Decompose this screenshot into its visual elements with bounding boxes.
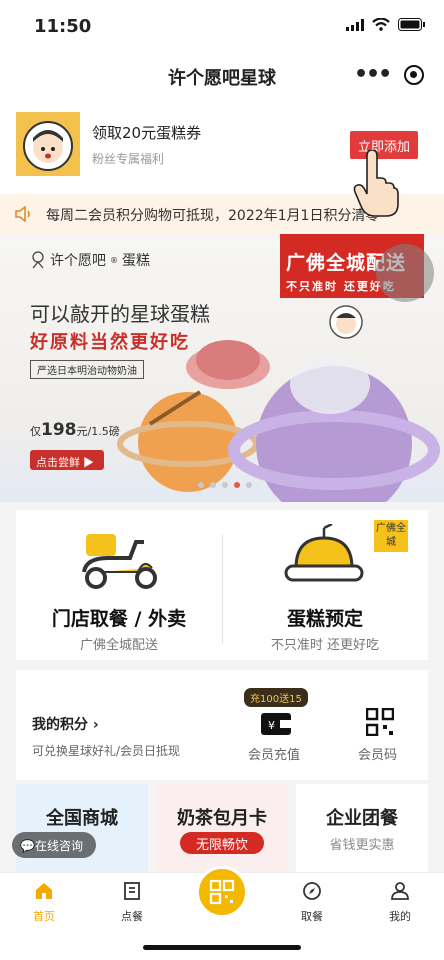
brand-logo-icon — [32, 251, 44, 269]
service-card: 门店取餐 / 外卖 广佛全城配送 广佛全城 蛋糕预定 不只准时 还更好吃 — [16, 510, 428, 660]
my-points-link[interactable]: 我的积分 › — [32, 714, 99, 734]
home-indicator — [143, 945, 301, 950]
more-icon[interactable]: ••• — [354, 62, 392, 87]
unlimited-badge: 无限畅饮 — [180, 832, 264, 854]
service-pickup[interactable]: 门店取餐 / 外卖 广佛全城配送 — [16, 510, 222, 660]
tab-home-label: 首页 — [33, 910, 55, 923]
price-value: 198 — [41, 420, 77, 440]
status-bar: 11:50 — [0, 0, 444, 52]
coupon-title: 领取20元蛋糕券 — [92, 124, 202, 142]
carousel-dot[interactable] — [210, 482, 216, 488]
overlay-bubble — [376, 244, 434, 302]
scooter-icon — [82, 534, 157, 589]
cake-order-subtitle: 不只准时 还更好吃 — [270, 638, 380, 653]
city-badge: 广佛全城 — [374, 520, 408, 552]
my-points-title: 我的积分 — [32, 717, 88, 733]
banner-brand-name: 许个愿吧 — [50, 253, 106, 269]
promo-banner[interactable]: 许个愿吧 ® 蛋糕 可以敲开的星球蛋糕 好原料当然更好吃 严选日本明治动物奶油 仅1… — [0, 234, 444, 502]
carousel-dot[interactable] — [222, 482, 228, 488]
promo-corporate[interactable]: 企业团餐 省钱更实惠 — [296, 784, 428, 874]
status-time: 11:50 — [34, 16, 92, 37]
online-consult-button[interactable]: 💬在线咨询 — [12, 832, 96, 858]
menu-icon — [124, 882, 140, 900]
chevron-right-icon: › — [92, 717, 99, 733]
speaker-icon — [15, 206, 30, 222]
carousel-dot[interactable] — [198, 482, 204, 488]
online-consult-label: 在线咨询 — [34, 839, 83, 853]
price-prefix: 仅 — [30, 425, 41, 438]
banner-headline: 可以敲开的星球蛋糕 — [30, 302, 210, 326]
home-icon — [36, 883, 52, 899]
status-icons — [346, 18, 426, 31]
banner-brand: 许个愿吧 ® 蛋糕 — [30, 250, 150, 270]
price-unit: 元/1.5磅 — [76, 425, 120, 438]
notice-text: 每周二会员积分购物可抵现，2022年1月1日积分清零 — [46, 208, 380, 224]
banner-slogan: 好原料当然更好吃 — [30, 332, 190, 353]
svg-text:¥: ¥ — [268, 719, 275, 732]
service-cake-order[interactable]: 广佛全城 蛋糕预定 不只准时 还更好吃 — [222, 510, 428, 660]
banner-brand-suffix: 蛋糕 — [122, 253, 150, 269]
wifi-icon — [372, 18, 390, 31]
user-icon — [391, 882, 409, 900]
recharge-promo-badge: 充100送15 — [244, 688, 308, 707]
banner-price: 仅198元/1.5磅 — [30, 420, 120, 440]
tab-me-label: 我的 — [389, 910, 411, 923]
nav-bar: 许个愿吧星球 ••• — [0, 52, 444, 98]
tab-home[interactable]: 首页 — [14, 881, 74, 924]
banner-brand-registered: ® — [110, 255, 118, 265]
tap-hand-icon — [353, 150, 399, 217]
compass-icon — [303, 882, 321, 900]
qr-scan-icon — [209, 879, 235, 905]
wallet-icon: ¥ — [261, 713, 291, 735]
promo-tea-card[interactable]: 奶茶包月卡 无限畅饮 — [156, 784, 288, 874]
city-badge-text: 广佛全城 — [376, 523, 406, 548]
scan-order-button[interactable] — [196, 866, 248, 918]
promo-mall-title: 全国商城 — [46, 808, 118, 829]
promo-corporate-subtitle: 省钱更实惠 — [329, 838, 395, 853]
qr-code-icon — [366, 708, 394, 736]
carousel-dot-active[interactable] — [234, 482, 240, 488]
tab-me[interactable]: 我的 — [370, 881, 430, 924]
tab-order-label: 点餐 — [121, 910, 143, 923]
tab-order[interactable]: 点餐 — [102, 881, 162, 924]
try-now-label: 点击尝鲜 — [36, 456, 80, 469]
pickup-title: 门店取餐 / 外卖 — [51, 608, 187, 630]
promo-tea-title: 奶茶包月卡 — [177, 808, 267, 829]
astronaut-avatar — [16, 112, 80, 176]
member-recharge-label: 会员充值 — [248, 748, 301, 763]
pickup-subtitle: 广佛全城配送 — [79, 638, 158, 653]
points-subtitle: 可兑换星球好礼/会员日抵现 — [32, 744, 181, 758]
promo-mall[interactable]: 全国商城 — [16, 784, 148, 874]
cake-icon — [284, 524, 364, 582]
tab-pickup[interactable]: 取餐 — [282, 881, 342, 924]
member-recharge-button[interactable]: ¥ 会员充值 — [244, 706, 324, 772]
battery-icon — [398, 18, 425, 31]
carousel-dot[interactable] — [246, 482, 252, 488]
carousel-dots — [198, 482, 252, 488]
try-now-button[interactable]: 点击尝鲜 ▶ — [30, 450, 104, 470]
banner-tag: 严选日本明治动物奶油 — [30, 360, 144, 379]
chat-icon: 💬 — [20, 839, 35, 853]
points-card: 我的积分 › 可兑换星球好礼/会员日抵现 充100送15 ¥ 会员充值 会员码 — [16, 670, 428, 780]
close-miniprogram-icon[interactable] — [404, 65, 424, 85]
tab-pickup-label: 取餐 — [301, 910, 323, 923]
coupon-subtitle: 粉丝专属福利 — [92, 152, 165, 166]
member-code-label: 会员码 — [358, 748, 398, 763]
signal-icon — [346, 18, 364, 31]
promo-corporate-title: 企业团餐 — [326, 808, 398, 829]
member-code-button[interactable]: 会员码 — [352, 706, 418, 772]
cake-order-title: 蛋糕预定 — [286, 608, 363, 630]
